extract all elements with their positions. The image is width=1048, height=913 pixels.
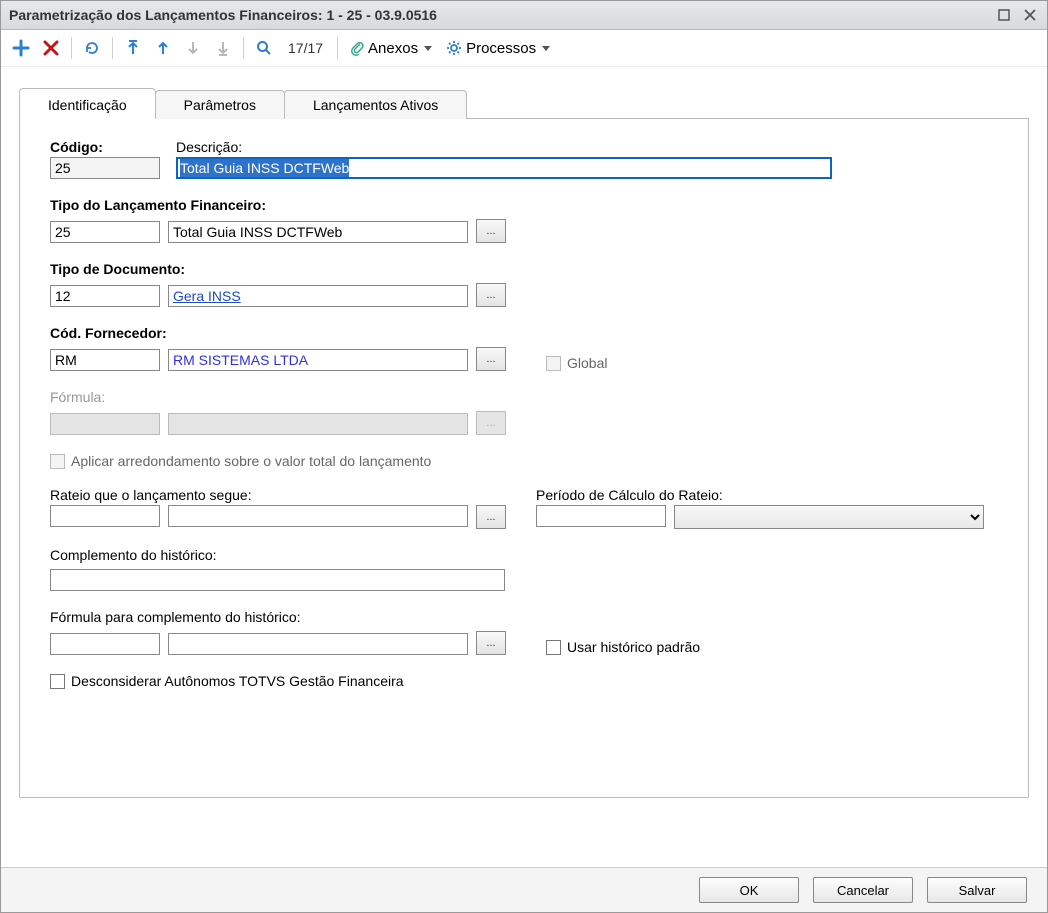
periodo-label: Período de Cálculo do Rateio: xyxy=(536,487,984,503)
fornecedor-picker[interactable]: ... xyxy=(476,347,506,371)
rateio-name xyxy=(168,505,468,527)
tipo-lanc-label: Tipo do Lançamento Financeiro: xyxy=(50,197,998,213)
descricao-value: Total Guia INSS DCTFWeb xyxy=(180,159,349,177)
aplicar-arred-label: Aplicar arredondamento sobre o valor tot… xyxy=(71,453,431,469)
usar-historico-label: Usar histórico padrão xyxy=(567,639,700,655)
paperclip-icon xyxy=(350,40,364,56)
prev-button[interactable] xyxy=(149,34,177,62)
tipo-doc-code-input[interactable] xyxy=(50,285,160,307)
aplicar-arred-checkbox[interactable]: Aplicar arredondamento sobre o valor tot… xyxy=(50,453,431,469)
tipo-doc-name[interactable]: Gera INSS xyxy=(168,285,468,307)
tipo-doc-picker[interactable]: ... xyxy=(476,283,506,307)
footer: OK Cancelar Salvar xyxy=(1,867,1047,912)
tipo-doc-label: Tipo de Documento: xyxy=(50,261,998,277)
window-title: Parametrização dos Lançamentos Financeir… xyxy=(9,7,437,23)
tipo-lanc-name: Total Guia INSS DCTFWeb xyxy=(168,221,468,243)
delete-button[interactable] xyxy=(37,34,65,62)
anexos-label: Anexos xyxy=(368,40,418,57)
checkbox-icon xyxy=(546,356,561,371)
search-button[interactable] xyxy=(250,34,278,62)
maximize-icon[interactable] xyxy=(995,6,1013,24)
chevron-down-icon xyxy=(424,46,432,51)
checkbox-icon xyxy=(50,454,65,469)
formula-picker: ... xyxy=(476,411,506,435)
descricao-input[interactable]: Total Guia INSS DCTFWeb xyxy=(176,157,832,179)
descricao-label: Descrição: xyxy=(176,139,832,155)
rateio-label: Rateio que o lançamento segue: xyxy=(50,487,506,503)
periodo-code-input[interactable] xyxy=(536,505,666,527)
save-button[interactable]: Salvar xyxy=(927,877,1027,903)
record-indicator: 17/17 xyxy=(280,40,331,56)
formula-code-input xyxy=(50,413,160,435)
formula-name xyxy=(168,413,468,435)
processos-label: Processos xyxy=(466,40,536,57)
checkbox-icon xyxy=(546,640,561,655)
formula-comp-label: Fórmula para complemento do histórico: xyxy=(50,609,998,625)
refresh-button[interactable] xyxy=(78,34,106,62)
desconsiderar-label: Desconsiderar Autônomos TOTVS Gestão Fin… xyxy=(71,673,404,689)
checkbox-icon xyxy=(50,674,65,689)
rateio-code-input[interactable] xyxy=(50,505,160,527)
codigo-input[interactable] xyxy=(50,157,160,179)
global-checkbox[interactable]: Global xyxy=(546,355,607,371)
next-button[interactable] xyxy=(179,34,207,62)
codigo-label: Código: xyxy=(50,139,160,155)
tab-content: Código: Descrição: Total Guia INSS DCTFW… xyxy=(19,118,1029,798)
chevron-down-icon xyxy=(542,46,550,51)
desconsiderar-checkbox[interactable]: Desconsiderar Autônomos TOTVS Gestão Fin… xyxy=(50,673,404,689)
last-button[interactable] xyxy=(209,34,237,62)
formula-comp-name xyxy=(168,633,468,655)
fornecedor-code-input[interactable] xyxy=(50,349,160,371)
titlebar: Parametrização dos Lançamentos Financeir… xyxy=(1,1,1047,30)
toolbar: 17/17 Anexos Processos xyxy=(1,30,1047,67)
tab-parametros[interactable]: Parâmetros xyxy=(155,90,285,119)
tipo-lanc-picker[interactable]: ... xyxy=(476,219,506,243)
ok-button[interactable]: OK xyxy=(699,877,799,903)
global-label: Global xyxy=(567,355,607,371)
anexos-dropdown[interactable]: Anexos xyxy=(344,34,438,62)
periodo-select[interactable] xyxy=(674,505,984,529)
formula-comp-code-input[interactable] xyxy=(50,633,160,655)
tipo-lanc-code-input[interactable] xyxy=(50,221,160,243)
usar-historico-checkbox[interactable]: Usar histórico padrão xyxy=(546,639,700,655)
tab-lancamentos-ativos[interactable]: Lançamentos Ativos xyxy=(284,90,467,119)
formula-comp-picker[interactable]: ... xyxy=(476,631,506,655)
tab-identificacao[interactable]: Identificação xyxy=(19,88,156,119)
gear-icon xyxy=(446,40,462,56)
fornecedor-name: RM SISTEMAS LTDA xyxy=(168,349,468,371)
fornecedor-label: Cód. Fornecedor: xyxy=(50,325,998,341)
formula-label: Fórmula: xyxy=(50,389,998,405)
first-button[interactable] xyxy=(119,34,147,62)
complemento-input[interactable] xyxy=(50,569,505,591)
tabstrip: Identificação Parâmetros Lançamentos Ati… xyxy=(1,67,1047,118)
cancel-button[interactable]: Cancelar xyxy=(813,877,913,903)
close-icon[interactable] xyxy=(1021,6,1039,24)
add-button[interactable] xyxy=(7,34,35,62)
complemento-label: Complemento do histórico: xyxy=(50,547,998,563)
processos-dropdown[interactable]: Processos xyxy=(440,34,556,62)
rateio-picker[interactable]: ... xyxy=(476,505,506,529)
